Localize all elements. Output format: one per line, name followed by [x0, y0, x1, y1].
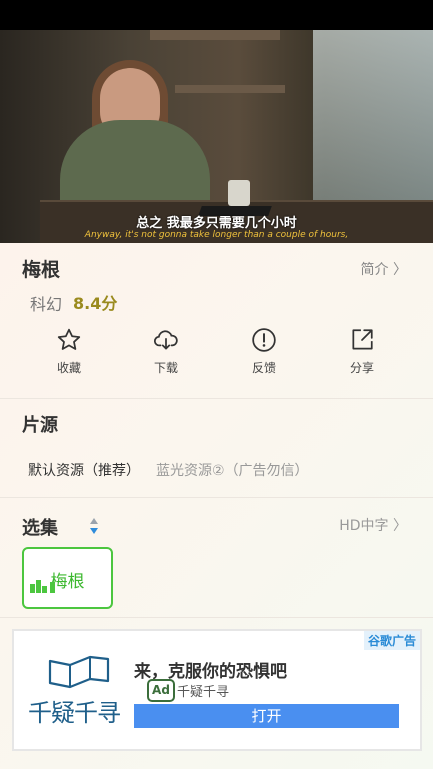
favorite-label: 收藏 — [56, 361, 81, 375]
scene-shelf — [150, 30, 280, 40]
subtitle-chinese: 总之 我最多只需要几个小时 — [136, 216, 297, 231]
movie-score: 8.4分 — [73, 294, 118, 313]
divider — [0, 497, 433, 498]
star-icon — [57, 328, 81, 350]
ad-badge: Ad — [147, 679, 175, 702]
divider — [0, 398, 433, 399]
download-label: 下载 — [153, 361, 178, 375]
cloud-download-icon — [153, 330, 178, 350]
share-label: 分享 — [349, 361, 374, 375]
scene-shelf-lower — [175, 85, 285, 93]
source-default[interactable]: 默认资源（推荐） — [28, 460, 140, 480]
action-bar: 收藏 下载 反馈 分享 — [0, 327, 433, 387]
alert-circle-icon — [252, 328, 276, 352]
divider — [0, 617, 433, 618]
intro-link[interactable]: 简介 〉 — [361, 259, 407, 279]
movie-genre: 科幻 — [30, 295, 63, 314]
source-bluray[interactable]: 蓝光资源②（广告勿信） — [156, 460, 309, 480]
sort-icon[interactable] — [88, 516, 100, 536]
episodes-title: 选集 — [22, 518, 58, 539]
ad-logo-text: 千疑千寻 — [28, 699, 121, 727]
scene-window — [313, 30, 433, 200]
movie-title: 梅根 — [22, 259, 61, 281]
movie-info-panel: 梅根 简介 〉 科幻 8.4分 收藏 下载 反馈 分享 片源 默认资源（推荐） … — [0, 243, 433, 769]
ad-open-button[interactable]: 打开 — [134, 704, 399, 728]
sources-title: 片源 — [22, 415, 58, 436]
share-icon — [352, 329, 373, 350]
feedback-button[interactable]: 反馈 — [229, 327, 299, 376]
quality-selector[interactable]: HD中字 〉 — [339, 515, 407, 535]
favorite-button[interactable]: 收藏 — [34, 327, 104, 376]
episode-item[interactable]: 梅根 — [22, 547, 113, 609]
scene-mug — [228, 180, 250, 206]
ad-banner[interactable]: 谷歌广告 千疑千寻 来，克服你的恐惧吧 Ad 千疑千寻 打开 — [12, 629, 422, 751]
share-button[interactable]: 分享 — [327, 327, 397, 376]
subtitle-english: Anyway, it's not gonna take longer than … — [84, 230, 349, 240]
ad-brand: 千疑千寻 — [177, 685, 230, 700]
download-button[interactable]: 下载 — [131, 327, 201, 376]
ad-corner-label: 谷歌广告 — [363, 631, 420, 650]
video-player[interactable]: 总之 我最多只需要几个小时 Anyway, it's not gonna tak… — [0, 0, 433, 243]
feedback-label: 反馈 — [251, 361, 276, 375]
